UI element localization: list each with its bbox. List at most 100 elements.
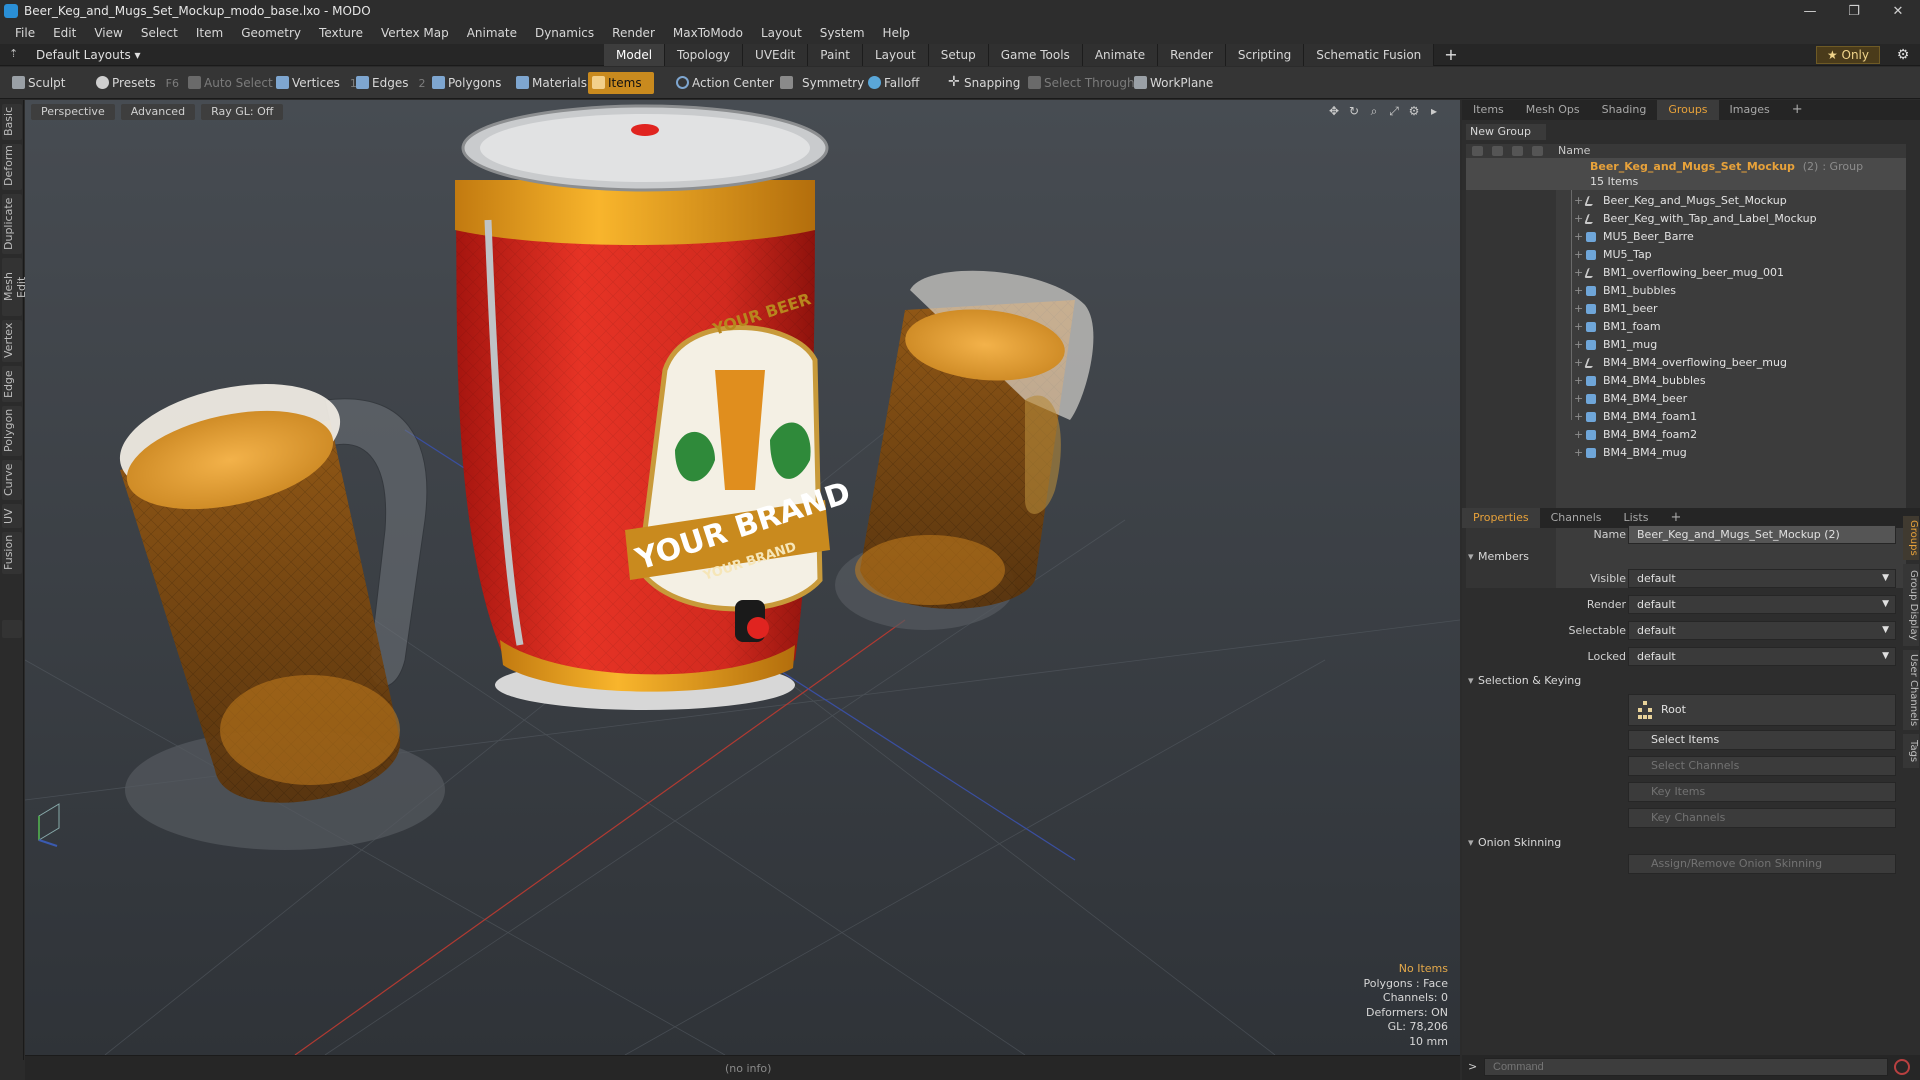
menu-file[interactable]: File — [6, 26, 44, 40]
tab-vertex[interactable]: Vertex — [2, 320, 22, 362]
items-button[interactable]: Items — [588, 72, 654, 94]
list-item[interactable]: + BM4_BM4_mug — [1466, 444, 1906, 462]
tab-animate[interactable]: Animate — [1082, 44, 1159, 66]
select-items-button[interactable]: Select Items — [1628, 730, 1896, 750]
list-item[interactable]: + BM1_foam — [1466, 318, 1906, 336]
rotate-icon[interactable]: ↻ — [1344, 104, 1364, 119]
tab-model[interactable]: Model — [604, 44, 666, 66]
menu-item[interactable]: Item — [187, 26, 232, 40]
materials-button[interactable]: Materials — [512, 72, 587, 94]
menu-geometry[interactable]: Geometry — [232, 26, 310, 40]
list-item[interactable]: + BM4_BM4_bubbles — [1466, 372, 1906, 390]
tab-edge[interactable]: Edge — [2, 366, 22, 402]
selectable-select[interactable]: default ▼ — [1628, 621, 1896, 640]
pan-icon[interactable]: ✥ — [1324, 104, 1344, 119]
new-group-button[interactable]: New Group — [1466, 124, 1546, 140]
menu-view[interactable]: View — [85, 26, 131, 40]
presets-button[interactable]: Presets F6 — [92, 72, 179, 94]
tab-layout[interactable]: Layout — [862, 44, 929, 66]
tab-images[interactable]: Images — [1719, 100, 1781, 120]
snapping-button[interactable]: ✛ Snapping — [944, 72, 1020, 94]
list-item[interactable]: + BM1_beer — [1466, 300, 1906, 318]
key-items-button[interactable]: Key Items — [1628, 782, 1896, 802]
select-through-button[interactable]: Select Through — [1024, 72, 1135, 94]
shading-mode-button[interactable]: Advanced — [120, 104, 196, 120]
side-tab-groups[interactable]: Groups — [1903, 516, 1919, 560]
symmetry-button[interactable]: Symmetry — [776, 72, 864, 94]
select-col-icon[interactable] — [1532, 146, 1543, 156]
tab-mesh-ops[interactable]: Mesh Ops — [1515, 100, 1591, 120]
tab-curve[interactable]: Curve — [2, 460, 22, 500]
menu-layout[interactable]: Layout — [752, 26, 811, 40]
list-item[interactable]: + BM4_BM4_foam2 — [1466, 426, 1906, 444]
tab-uvedit[interactable]: UVEdit — [743, 44, 809, 66]
tab-items[interactable]: Items — [1462, 100, 1515, 120]
minimize-button[interactable]: — — [1788, 0, 1832, 22]
render-select[interactable]: default ▼ — [1628, 595, 1896, 614]
menu-vertex-map[interactable]: Vertex Map — [372, 26, 458, 40]
toolbox-toggle-icon[interactable] — [2, 620, 22, 638]
workplane-button[interactable]: WorkPlane — [1130, 72, 1213, 94]
menu-animate[interactable]: Animate — [458, 26, 526, 40]
side-tab-group-display[interactable]: Group Display — [1903, 564, 1919, 646]
tab-schematic-fusion[interactable]: Schematic Fusion — [1304, 44, 1435, 66]
zoom-icon[interactable]: ⌕ — [1364, 104, 1384, 119]
list-item[interactable]: + MU5_Tap — [1466, 246, 1906, 264]
tab-uv[interactable]: UV — [2, 504, 22, 528]
edges-button[interactable]: Edges 2 — [352, 72, 425, 94]
menu-edit[interactable]: Edit — [44, 26, 85, 40]
locked-select[interactable]: default ▼ — [1628, 647, 1896, 666]
visibility-col-icon[interactable] — [1472, 146, 1483, 156]
menu-render[interactable]: Render — [603, 26, 664, 40]
key-channels-button[interactable]: Key Channels — [1628, 808, 1896, 828]
vertices-button[interactable]: Vertices 1 — [272, 72, 357, 94]
viewport-menu-icon[interactable]: ▸ — [1424, 104, 1444, 119]
render-col-icon[interactable] — [1492, 146, 1503, 156]
tab-game-tools[interactable]: Game Tools — [988, 44, 1083, 66]
list-item[interactable]: + Beer_Keg_with_Tap_and_Label_Mockup — [1466, 210, 1906, 228]
list-item[interactable]: + BM4_BM4_foam1 — [1466, 408, 1906, 426]
sculpt-button[interactable]: Sculpt — [8, 72, 65, 94]
tab-groups[interactable]: Groups — [1657, 100, 1719, 120]
menu-texture[interactable]: Texture — [310, 26, 372, 40]
tab-duplicate[interactable]: Duplicate — [2, 194, 22, 254]
members-section[interactable]: Members — [1466, 548, 1902, 566]
list-item[interactable]: + BM1_bubbles — [1466, 282, 1906, 300]
command-history-icon[interactable] — [1894, 1059, 1910, 1075]
command-input[interactable] — [1484, 1058, 1888, 1076]
tab-mesh-edit[interactable]: Mesh Edit — [2, 258, 28, 316]
column-name[interactable]: Name — [1558, 144, 1590, 158]
tab-topology[interactable]: Topology — [665, 44, 744, 66]
tab-deform[interactable]: Deform — [2, 144, 22, 190]
auto-select-button[interactable]: Auto Select — [184, 72, 273, 94]
menu-maxtomodo[interactable]: MaxToModo — [664, 26, 752, 40]
falloff-button[interactable]: Falloff — [864, 72, 919, 94]
root-button[interactable]: Root — [1628, 694, 1896, 726]
lock-col-icon[interactable] — [1512, 146, 1523, 156]
gear-icon[interactable]: ⚙ — [1894, 46, 1912, 64]
layout-select[interactable]: Default Layouts ▾ — [36, 48, 141, 62]
tab-setup[interactable]: Setup — [928, 44, 989, 66]
raygl-button[interactable]: Ray GL: Off — [201, 104, 284, 120]
side-tab-tags[interactable]: Tags — [1903, 734, 1919, 768]
tab-fusion[interactable]: Fusion — [2, 532, 22, 574]
group-row[interactable]: Beer_Keg_and_Mugs_Set_Mockup (2): Group … — [1466, 158, 1906, 190]
tab-basic[interactable]: Basic — [2, 104, 22, 140]
close-button[interactable]: ✕ — [1876, 0, 1920, 22]
list-item[interactable]: + BM4_BM4_beer — [1466, 390, 1906, 408]
tab-shading[interactable]: Shading — [1591, 100, 1658, 120]
onion-skinning-section[interactable]: Onion Skinning — [1466, 834, 1902, 852]
tab-polygon[interactable]: Polygon — [2, 406, 22, 456]
name-field[interactable]: Beer_Keg_and_Mugs_Set_Mockup (2) — [1628, 525, 1896, 544]
view-mode-button[interactable]: Perspective — [31, 104, 115, 120]
assign-onion-skinning-button[interactable]: Assign/Remove Onion Skinning — [1628, 854, 1896, 874]
select-channels-button[interactable]: Select Channels — [1628, 756, 1896, 776]
add-tab-button[interactable]: + — [1434, 44, 1467, 66]
list-item[interactable]: + BM1_overflowing_beer_mug_001 — [1466, 264, 1906, 282]
3d-viewport[interactable]: Perspective Advanced Ray GL: Off ✥ ↻ ⌕ ⤢… — [25, 100, 1460, 1055]
visible-select[interactable]: default ▼ — [1628, 569, 1896, 588]
viewport-settings-icon[interactable]: ⚙ — [1404, 104, 1424, 119]
maximize-button[interactable]: ❐ — [1832, 0, 1876, 22]
menu-select[interactable]: Select — [132, 26, 187, 40]
layout-up-arrow-icon[interactable]: ⇡ — [9, 48, 21, 60]
